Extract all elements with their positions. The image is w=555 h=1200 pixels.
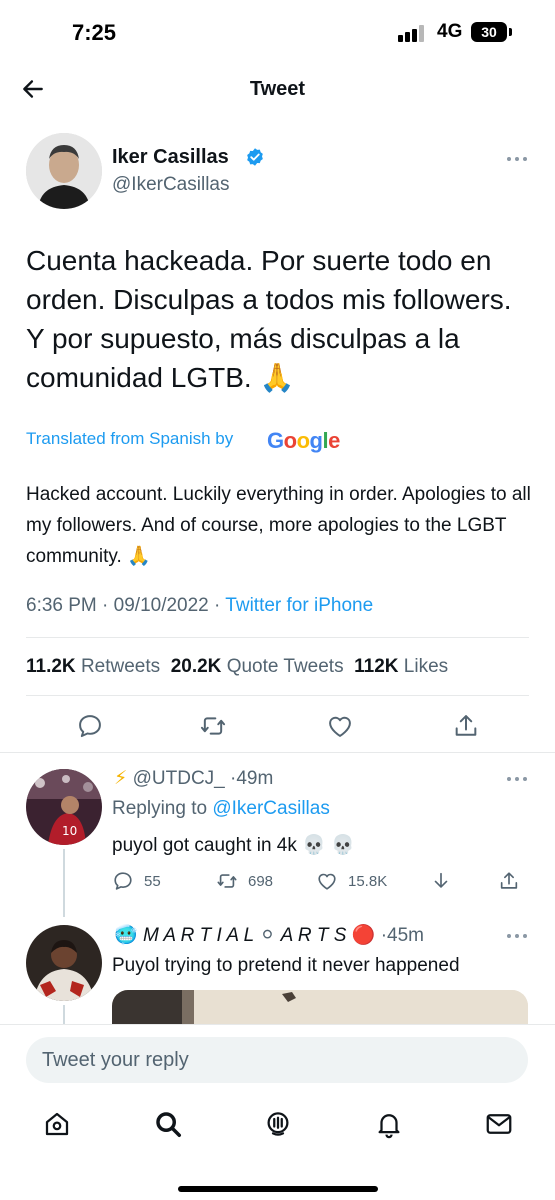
top-header: Tweet xyxy=(0,64,555,116)
tweet-stats: 11.2K Retweets 20.2K Quote Tweets 112K L… xyxy=(26,656,448,678)
reply-display-name-2[interactable]: A R T S xyxy=(281,925,347,946)
lightning-icon: ⚡ xyxy=(114,768,128,789)
white-circle-icon: ⚪ xyxy=(259,925,276,946)
reply-share-button[interactable] xyxy=(498,870,520,892)
meta-separator: · xyxy=(102,595,109,616)
translated-label[interactable]: Translated from Spanish by xyxy=(26,429,233,449)
share-icon xyxy=(500,872,518,889)
reply-time: 49m xyxy=(236,768,274,789)
share-icon[interactable] xyxy=(452,712,480,740)
quotes-count: 20.2K xyxy=(170,656,222,677)
reply-input[interactable] xyxy=(26,1037,528,1083)
google-logo: Google xyxy=(267,428,340,453)
retweets-stat[interactable]: 11.2K Retweets xyxy=(26,656,160,677)
reply-download-button[interactable] xyxy=(430,870,452,892)
reply-time: 45m xyxy=(387,925,424,946)
tweet-text: Cuenta hackeada. Por suerte todo en orde… xyxy=(26,245,512,393)
replying-to-mention[interactable]: @IkerCasillas xyxy=(212,798,329,819)
reply-reply-button[interactable]: 55 xyxy=(112,870,161,892)
battery-tip xyxy=(509,28,512,36)
status-time: 7:25 xyxy=(72,20,117,45)
thread-line xyxy=(63,1005,65,1025)
divider xyxy=(26,637,529,638)
arrow-down-icon xyxy=(434,872,448,888)
reply-like-button[interactable]: 15.8K xyxy=(316,870,387,892)
likes-stat[interactable]: 112K Likes xyxy=(354,656,448,677)
reply-header: 🥶 M A R T I A L ⚪ A R T S 🔴 ·45m xyxy=(114,923,424,947)
more-options-icon[interactable] xyxy=(506,776,528,782)
tweet-meta: 6:36 PM · 09/10/2022 · Twitter for iPhon… xyxy=(26,595,373,617)
reply-display-name[interactable]: M A R T I A L xyxy=(143,925,254,946)
like-count: 15.8K xyxy=(348,872,388,890)
spaces-icon[interactable] xyxy=(263,1109,293,1139)
author-name[interactable]: Iker Casillas xyxy=(112,146,229,169)
likes-label: Likes xyxy=(403,656,449,677)
reply-header: ⚡ @UTDCJ_ ·49m xyxy=(114,767,273,790)
retweet-icon[interactable] xyxy=(199,712,227,740)
network-type: 4G xyxy=(437,21,463,42)
meta-separator: · xyxy=(214,595,221,616)
svg-text:10: 10 xyxy=(62,824,77,838)
author-avatar[interactable] xyxy=(26,133,102,209)
retweet-icon xyxy=(217,874,237,888)
reply-count: 55 xyxy=(144,872,161,890)
reply-icon[interactable] xyxy=(76,712,104,740)
translation-text: Hacked account. Luckily everything in or… xyxy=(26,484,531,567)
page-title: Tweet xyxy=(249,78,306,100)
retweet-count: 698 xyxy=(248,872,274,890)
more-options-icon[interactable] xyxy=(506,156,528,162)
messages-icon[interactable] xyxy=(484,1109,514,1139)
tweet-date: 09/10/2022 xyxy=(113,595,209,616)
reply-text: Puyol trying to pretend it never happene… xyxy=(112,955,460,976)
reply-text: puyol got caught in 4k 💀 💀 xyxy=(112,835,355,856)
notifications-icon[interactable] xyxy=(374,1109,404,1139)
quotes-label: Quote Tweets xyxy=(226,656,344,677)
reply-composer-bar xyxy=(0,1024,555,1200)
reply-handle[interactable]: @UTDCJ_ xyxy=(133,768,225,789)
likes-count: 112K xyxy=(354,656,399,677)
reply-avatar[interactable]: 10 xyxy=(26,769,102,845)
divider xyxy=(0,752,555,753)
verified-badge-icon xyxy=(247,148,263,166)
retweets-count: 11.2K xyxy=(26,656,76,677)
status-bar: 7:25 4G 30 xyxy=(0,0,555,64)
cold-face-icon: 🥶 xyxy=(114,925,138,946)
reply-avatar[interactable] xyxy=(26,925,102,1001)
search-icon[interactable] xyxy=(153,1109,183,1139)
tweet-source-link[interactable]: Twitter for iPhone xyxy=(225,595,373,616)
more-options-icon[interactable] xyxy=(506,933,528,939)
divider xyxy=(26,695,529,696)
signal-strength-icon xyxy=(398,24,428,42)
quotes-stat[interactable]: 20.2K Quote Tweets xyxy=(171,656,344,677)
home-icon[interactable] xyxy=(42,1109,72,1139)
red-circle-icon: 🔴 xyxy=(351,925,376,946)
tweet-time: 6:36 PM xyxy=(26,595,97,616)
home-indicator xyxy=(178,1186,378,1192)
author-handle[interactable]: @IkerCasillas xyxy=(112,174,229,196)
replying-to-label: Replying to xyxy=(112,798,208,819)
reply-icon xyxy=(114,872,132,890)
like-icon[interactable] xyxy=(326,712,354,740)
like-icon xyxy=(318,873,336,890)
reply-retweet-button[interactable]: 698 xyxy=(216,870,273,892)
thread-line xyxy=(63,849,65,917)
retweets-label: Retweets xyxy=(80,656,161,677)
battery-icon: 30 xyxy=(471,22,507,42)
replying-to: Replying to @IkerCasillas xyxy=(112,798,330,820)
